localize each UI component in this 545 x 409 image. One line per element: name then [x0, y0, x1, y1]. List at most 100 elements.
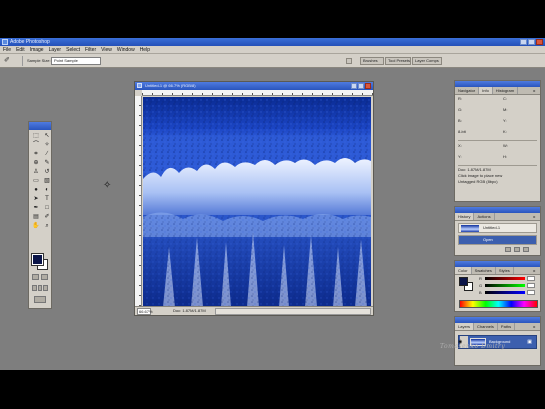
minimize-button[interactable]	[520, 39, 527, 45]
horizontal-ruler[interactable]	[142, 90, 373, 96]
foreground-color-swatch[interactable]	[31, 253, 44, 266]
maximize-button[interactable]	[528, 39, 535, 45]
blue-slider[interactable]: B	[479, 290, 535, 295]
tab-paths[interactable]: Paths	[498, 323, 516, 330]
info-row-label: G:	[458, 107, 463, 112]
history-palette-menu-icon[interactable]: ▸	[532, 214, 537, 219]
quick-mask-button[interactable]	[41, 274, 48, 280]
watermark-text: Tomasenko Dmitry	[440, 343, 506, 350]
doc-close-button[interactable]	[365, 83, 371, 89]
menu-layer[interactable]: Layer	[49, 46, 62, 53]
blue-value-field[interactable]	[527, 290, 535, 295]
notes-tool-icon[interactable]: ▤	[31, 213, 41, 221]
new-document-from-state-button[interactable]	[505, 247, 511, 252]
jump-to-imageready-button[interactable]	[34, 296, 46, 303]
info-palette-menu-icon[interactable]: ▸	[532, 88, 537, 93]
red-value-field[interactable]	[527, 276, 535, 281]
standard-mode-button[interactable]	[32, 274, 39, 280]
layers-palette: Layers Channels Paths ▸ ◉ Background ▣	[454, 316, 541, 366]
color-palette-menu-icon[interactable]: ▸	[532, 268, 537, 273]
info-row: R: C:	[455, 95, 540, 106]
menu-edit[interactable]: Edit	[16, 46, 25, 53]
dodge-tool-icon[interactable]: ◐	[42, 186, 52, 194]
full-screen-menu-button[interactable]	[37, 285, 43, 291]
history-state[interactable]: Open	[458, 235, 537, 245]
history-snapshot[interactable]: Untitled-1	[458, 223, 537, 233]
blue-ramp[interactable]	[485, 291, 525, 294]
crop-tool-icon[interactable]: ⌗	[31, 150, 41, 158]
tab-histogram[interactable]: Histogram	[493, 87, 519, 94]
type-tool-icon[interactable]: T	[42, 195, 52, 203]
layers-palette-menu-icon[interactable]: ▸	[532, 324, 537, 329]
red-slider[interactable]: R	[479, 276, 535, 281]
palette-well-layer-comps[interactable]: Layer Comps	[412, 57, 442, 65]
clone-stamp-tool-icon[interactable]: ♙	[31, 168, 41, 176]
doc-maximize-button[interactable]	[358, 83, 364, 89]
delete-state-button[interactable]	[523, 247, 529, 252]
menu-bar: File Edit Image Layer Select Filter View…	[0, 46, 545, 54]
tab-channels[interactable]: Channels	[474, 323, 498, 330]
palette-well-tool-presets[interactable]: Tool Presets	[385, 57, 411, 65]
red-ramp[interactable]	[485, 277, 525, 280]
brush-tool-icon[interactable]: ✎	[42, 159, 52, 167]
menu-select[interactable]: Select	[66, 46, 80, 53]
pen-tool-icon[interactable]: ✒	[31, 204, 41, 212]
lasso-tool-icon[interactable]: ⌒	[31, 141, 41, 149]
zoom-field[interactable]: 66.67%	[137, 308, 153, 315]
info-row-label: M:	[503, 107, 508, 112]
tab-navigator[interactable]: Navigator	[455, 87, 480, 94]
gradient-tool-icon[interactable]: ▧	[42, 177, 52, 185]
doc-size-readout[interactable]: Doc: 1.87M/1.87M	[173, 307, 206, 315]
app-title: Adobe Photoshop	[10, 39, 50, 45]
green-ramp[interactable]	[485, 284, 525, 287]
history-brush-tool-icon[interactable]: ↺	[42, 168, 52, 176]
sample-size-select[interactable]: Point Sample	[51, 57, 101, 65]
document-title-bar[interactable]: Untitled-1 @ 66.7% (RGB/8)	[135, 82, 373, 90]
menu-help[interactable]: Help	[140, 46, 150, 53]
palette-well-brushes[interactable]: Brushes	[360, 57, 384, 65]
info-divider	[458, 165, 537, 166]
standard-screen-button[interactable]	[32, 285, 37, 291]
green-value-field[interactable]	[527, 283, 535, 288]
menu-file[interactable]: File	[3, 46, 11, 53]
tab-swatches[interactable]: Swatches	[472, 267, 496, 274]
document-window-controls	[351, 83, 371, 89]
tab-actions[interactable]: Actions	[474, 213, 495, 220]
horizontal-scrollbar[interactable]	[215, 308, 371, 315]
menu-window[interactable]: Window	[117, 46, 135, 53]
tab-info[interactable]: Info	[479, 87, 493, 94]
color-foreground-swatch[interactable]	[459, 277, 468, 286]
marquee-tool-icon[interactable]: ⬚	[31, 132, 41, 140]
tab-color[interactable]: Color	[455, 267, 472, 274]
full-screen-button[interactable]	[43, 285, 49, 291]
eyedropper-icon[interactable]: ✐	[4, 57, 14, 65]
hand-tool-icon[interactable]: ✋	[31, 222, 41, 230]
shape-tool-icon[interactable]: □	[42, 204, 52, 212]
move-tool-icon[interactable]: ↖	[42, 132, 52, 140]
color-spectrum-bar[interactable]	[459, 300, 538, 308]
green-slider[interactable]: G	[479, 283, 535, 288]
tab-layers[interactable]: Layers	[455, 323, 475, 330]
tab-styles[interactable]: Styles	[496, 267, 514, 274]
eraser-tool-icon[interactable]: ▭	[31, 177, 41, 185]
close-button[interactable]	[536, 39, 543, 45]
magic-wand-tool-icon[interactable]: ✧	[42, 141, 52, 149]
menu-filter[interactable]: Filter	[85, 46, 96, 53]
tab-history[interactable]: History	[455, 213, 475, 220]
healing-brush-tool-icon[interactable]: ⊕	[31, 159, 41, 167]
toolbox-header[interactable]	[29, 122, 51, 130]
info-row: Y: H:	[455, 153, 540, 164]
vertical-ruler[interactable]	[135, 96, 142, 306]
path-selection-tool-icon[interactable]: ➤	[31, 195, 41, 203]
blur-tool-icon[interactable]: ●	[31, 186, 41, 194]
new-snapshot-button[interactable]	[514, 247, 520, 252]
photoshop-screen: Adobe Photoshop File Edit Image Layer Se…	[0, 38, 545, 370]
menu-image[interactable]: Image	[30, 46, 44, 53]
menu-view[interactable]: View	[101, 46, 112, 53]
document-canvas[interactable]	[143, 97, 371, 307]
doc-minimize-button[interactable]	[351, 83, 357, 89]
slice-tool-icon[interactable]: ∕	[42, 150, 52, 158]
eyedropper-tool-icon[interactable]: ✐	[42, 213, 52, 221]
info-profile: Untagged RGB (8bpc)	[458, 179, 498, 184]
zoom-tool-icon[interactable]: ⌕	[42, 222, 52, 230]
